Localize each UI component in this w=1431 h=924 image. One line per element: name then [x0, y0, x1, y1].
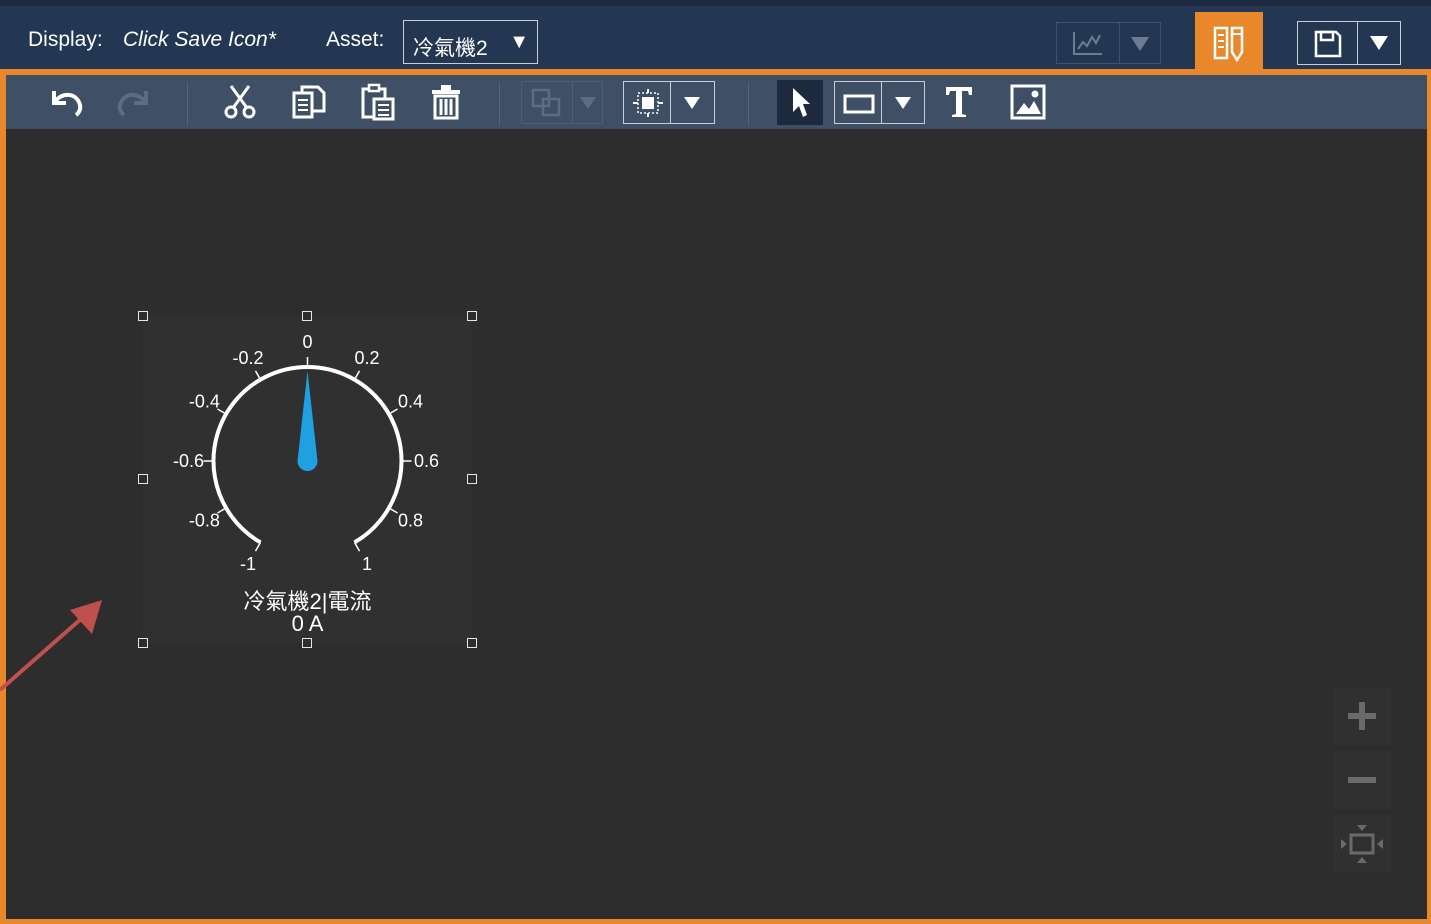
gauge-tick-label: -0.8: [189, 511, 220, 531]
gauge-tick-label: -0.2: [232, 348, 263, 368]
header-bar: Display: Click Save Icon* Asset: 冷氣機2 ▼: [0, 0, 1431, 76]
resize-handle-bottom[interactable]: [302, 638, 312, 648]
gauge-value: 0 A: [291, 611, 324, 636]
gauge-tick-label: 1: [362, 554, 372, 574]
gauge-tick-label: 0.2: [354, 348, 379, 368]
pointer-icon: [793, 88, 810, 117]
chevron-down-icon: [684, 97, 700, 109]
gauge-widget[interactable]: -1 -0.8 -0.6 -0.4 -0.2 0 0.2 0.4 0.6 0.8 1 冷氣機2|電流…: [143, 316, 472, 643]
display-label: Display:: [28, 28, 103, 51]
undo-button[interactable]: [42, 75, 90, 129]
annotation-arrow: [0, 600, 102, 692]
image-icon: [1010, 84, 1046, 120]
cut-icon: [224, 85, 256, 119]
gauge-tick: [353, 370, 361, 380]
shape-tool-button[interactable]: [834, 81, 925, 124]
arrange-button[interactable]: [521, 81, 603, 124]
zoom-out-icon: [1348, 777, 1376, 783]
zoom-in-icon: [1348, 702, 1376, 730]
rectangle-icon: [843, 94, 875, 114]
arrange-icon: [531, 88, 561, 117]
gauge-tick-label: 0.4: [398, 392, 423, 412]
align-button[interactable]: [623, 81, 715, 124]
undo-icon: [52, 91, 83, 117]
asset-dropdown[interactable]: 冷氣機2 ▼: [403, 20, 538, 64]
chevron-down-icon: [580, 97, 596, 109]
redo-icon: [117, 91, 148, 117]
gauge-tick: [353, 542, 361, 552]
image-tool-button[interactable]: [1006, 75, 1050, 129]
chevron-down-icon: [1370, 36, 1388, 50]
fit-to-screen-button[interactable]: [1333, 815, 1391, 873]
copy-button[interactable]: [287, 75, 331, 129]
text-tool-button[interactable]: [937, 75, 981, 129]
zoom-in-button[interactable]: [1333, 687, 1391, 745]
gauge-needle: [297, 371, 318, 471]
zoom-out-button[interactable]: [1333, 751, 1391, 809]
paste-button[interactable]: [356, 75, 400, 129]
chevron-down-icon: [895, 97, 911, 109]
redo-button[interactable]: [110, 75, 158, 129]
text-icon: [946, 87, 972, 117]
gauge-tick-label: 0.6: [414, 451, 439, 471]
copy-icon: [292, 85, 326, 119]
resize-handle-top[interactable]: [302, 311, 312, 321]
design-mode-button[interactable]: [1195, 12, 1263, 76]
cut-button[interactable]: [218, 75, 262, 129]
delete-button[interactable]: [424, 75, 468, 129]
gauge-tick: [388, 408, 398, 415]
display-name: Click Save Icon*: [123, 28, 276, 51]
chevron-down-icon: [1131, 37, 1149, 51]
resize-handle-bottom-left[interactable]: [138, 638, 148, 648]
save-icon: [1314, 30, 1342, 58]
trend-button[interactable]: [1056, 22, 1161, 64]
resize-handle-top-left[interactable]: [138, 311, 148, 321]
align-icon: [633, 89, 663, 117]
trend-chart-icon: [1073, 32, 1102, 55]
save-button[interactable]: [1297, 21, 1401, 65]
edit-toolbar: [6, 75, 1427, 129]
gauge-tick-label: 0.8: [398, 511, 423, 531]
paste-icon: [361, 83, 395, 121]
asset-value: 冷氣機2: [413, 37, 488, 60]
gauge-tick-label: -0.4: [189, 392, 220, 412]
gauge-tick-label: -1: [240, 554, 256, 574]
design-mode-icon: [1213, 26, 1244, 62]
gauge-tick-label: 0: [302, 332, 312, 352]
gauge-tick: [254, 370, 262, 380]
asset-label: Asset:: [326, 28, 385, 51]
gauge-tick-label: -0.6: [173, 451, 204, 471]
fit-to-screen-icon: [1341, 825, 1383, 863]
resize-handle-left[interactable]: [138, 474, 148, 484]
resize-handle-bottom-right[interactable]: [467, 638, 477, 648]
delete-icon: [432, 85, 460, 120]
resize-handle-top-right[interactable]: [467, 311, 477, 321]
resize-handle-right[interactable]: [467, 474, 477, 484]
chevron-down-icon: ▼: [509, 31, 529, 53]
gauge-tick: [388, 507, 398, 514]
pointer-tool-button[interactable]: [777, 80, 823, 125]
gauge-tick: [254, 542, 262, 552]
